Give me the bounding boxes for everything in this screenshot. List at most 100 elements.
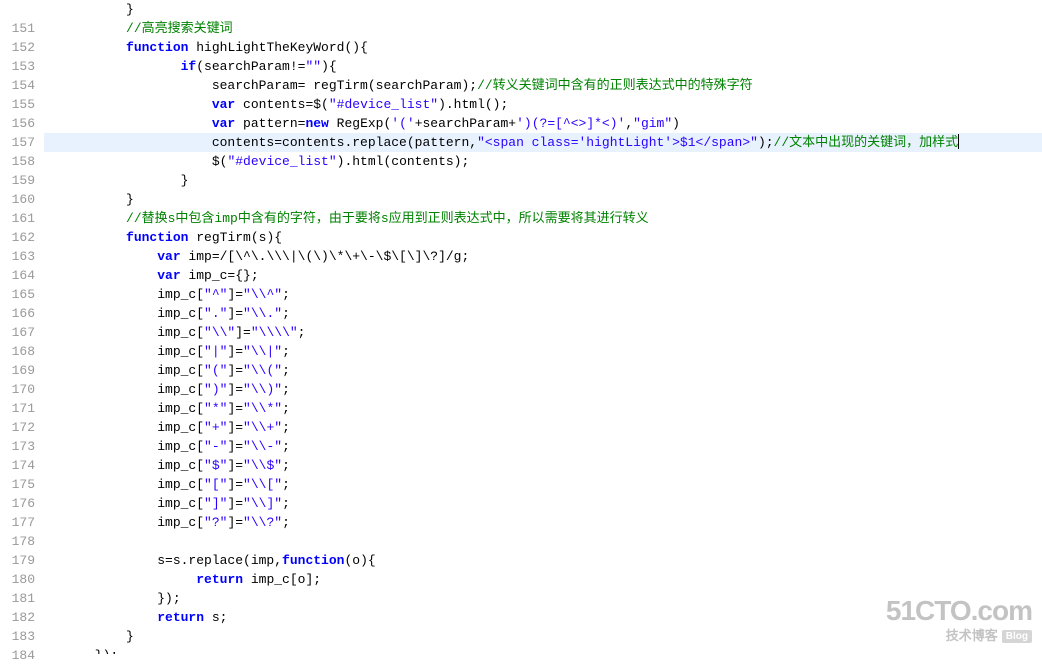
code-line[interactable]: });: [44, 646, 1042, 654]
code-token: ")": [204, 382, 227, 397]
code-line[interactable]: imp_c["|"]="\\|";: [44, 342, 1042, 361]
code-line[interactable]: imp_c["("]="\\(";: [44, 361, 1042, 380]
code-token: }: [48, 173, 188, 188]
line-number: 162: [4, 228, 35, 247]
line-number: 180: [4, 570, 35, 589]
code-line[interactable]: $("#device_list").html(contents);: [44, 152, 1042, 171]
line-number: 177: [4, 513, 35, 532]
code-line[interactable]: //高亮搜索关键词: [44, 19, 1042, 38]
line-number: 159: [4, 171, 35, 190]
line-number: 182: [4, 608, 35, 627]
code-token: var: [212, 97, 235, 112]
code-token: imp_c[: [48, 306, 204, 321]
code-token: ;: [282, 382, 290, 397]
code-line[interactable]: function highLightTheKeyWord(){: [44, 38, 1042, 57]
code-token: imp_c[: [48, 477, 204, 492]
code-token: ): [672, 116, 680, 131]
code-token: ]=: [227, 420, 243, 435]
code-token: "(": [204, 363, 227, 378]
code-token: "\\(": [243, 363, 282, 378]
code-line[interactable]: imp_c["["]="\\[";: [44, 475, 1042, 494]
code-token: ]=: [227, 439, 243, 454]
line-number: 156: [4, 114, 35, 133]
code-token: pattern=: [235, 116, 305, 131]
code-token: imp=/[\^\.\\\|\(\)\*\+\-\$\[\]\?]/g;: [181, 249, 470, 264]
code-token: var: [157, 268, 180, 283]
code-line[interactable]: }: [44, 190, 1042, 209]
code-token: (o){: [344, 553, 375, 568]
code-line[interactable]: contents=contents.replace(pattern,"<span…: [44, 133, 1042, 152]
code-token: ]=: [227, 344, 243, 359]
code-line[interactable]: var imp_c={};: [44, 266, 1042, 285]
line-number: 161: [4, 209, 35, 228]
code-token: ]=: [227, 401, 243, 416]
code-token: imp_c[: [48, 458, 204, 473]
code-line[interactable]: });: [44, 589, 1042, 608]
code-token: function: [282, 553, 344, 568]
code-line[interactable]: if(searchParam!=""){: [44, 57, 1042, 76]
code-token: //高亮搜索关键词: [126, 21, 233, 36]
code-line[interactable]: searchParam= regTirm(searchParam);//转义关键…: [44, 76, 1042, 95]
code-line[interactable]: imp_c["+"]="\\+";: [44, 418, 1042, 437]
code-line[interactable]: imp_c["\\"]="\\\\";: [44, 323, 1042, 342]
code-token: imp_c[: [48, 325, 204, 340]
code-line[interactable]: }: [44, 627, 1042, 646]
code-line[interactable]: imp_c["?"]="\\?";: [44, 513, 1042, 532]
line-number: 183: [4, 627, 35, 646]
code-token: [48, 21, 126, 36]
code-line[interactable]: s=s.replace(imp,function(o){: [44, 551, 1042, 570]
code-token: ;: [282, 496, 290, 511]
code-token: ;: [282, 401, 290, 416]
text-cursor: [958, 134, 959, 149]
code-line[interactable]: var imp=/[\^\.\\\|\(\)\*\+\-\$\[\]\?]/g;: [44, 247, 1042, 266]
code-token: "": [305, 59, 321, 74]
code-token: //替换s中包含imp中含有的字符，由于要将s应用到正则表达式中，所以需要将其进…: [126, 211, 649, 226]
line-number: 166: [4, 304, 35, 323]
code-token: ){: [321, 59, 337, 74]
code-line[interactable]: imp_c["]"]="\\]";: [44, 494, 1042, 513]
code-token: ;: [298, 325, 306, 340]
code-line[interactable]: imp_c["."]="\\.";: [44, 304, 1042, 323]
code-line[interactable]: //替换s中包含imp中含有的字符，由于要将s应用到正则表达式中，所以需要将其进…: [44, 209, 1042, 228]
line-number: 154: [4, 76, 35, 95]
code-line[interactable]: return s;: [44, 608, 1042, 627]
line-number: 178: [4, 532, 35, 551]
code-editor[interactable]: 1511521531541551561571581591601611621631…: [0, 0, 1042, 654]
line-number: 157: [4, 133, 35, 152]
code-line[interactable]: function regTirm(s){: [44, 228, 1042, 247]
code-token: ,: [625, 116, 633, 131]
code-token: new: [305, 116, 328, 131]
code-line[interactable]: return imp_c[o];: [44, 570, 1042, 589]
code-token: "\\\\": [251, 325, 298, 340]
code-line[interactable]: imp_c["^"]="\\^";: [44, 285, 1042, 304]
code-content-area[interactable]: } //高亮搜索关键词 function highLightTheKeyWord…: [44, 0, 1042, 654]
code-line[interactable]: }: [44, 171, 1042, 190]
code-line[interactable]: imp_c["*"]="\\*";: [44, 399, 1042, 418]
code-token: ).html(contents);: [337, 154, 470, 169]
line-number: 174: [4, 456, 35, 475]
code-token: "|": [204, 344, 227, 359]
code-line[interactable]: imp_c[")"]="\\)";: [44, 380, 1042, 399]
code-token: highLightTheKeyWord(){: [188, 40, 367, 55]
code-token: //转义关键词中含有的正则表达式中的特殊字符: [477, 78, 753, 93]
code-token: return: [157, 610, 204, 625]
code-line[interactable]: var contents=$("#device_list").html();: [44, 95, 1042, 114]
code-token: "\\[": [243, 477, 282, 492]
code-line[interactable]: [44, 532, 1042, 551]
code-token: [48, 230, 126, 245]
code-token: "\\^": [243, 287, 282, 302]
code-line[interactable]: imp_c["-"]="\\-";: [44, 437, 1042, 456]
line-number: 158: [4, 152, 35, 171]
code-token: imp_c[: [48, 344, 204, 359]
code-line[interactable]: }: [44, 0, 1042, 19]
code-token: [48, 116, 212, 131]
line-number: 176: [4, 494, 35, 513]
code-line[interactable]: imp_c["$"]="\\$";: [44, 456, 1042, 475]
code-line[interactable]: var pattern=new RegExp('('+searchParam+'…: [44, 114, 1042, 133]
code-token: ]=: [227, 382, 243, 397]
code-token: contents=contents.replace(pattern,: [48, 135, 477, 150]
code-token: imp_c[: [48, 496, 204, 511]
code-token: "\\+": [243, 420, 282, 435]
code-token: [48, 268, 157, 283]
code-token: ;: [282, 344, 290, 359]
